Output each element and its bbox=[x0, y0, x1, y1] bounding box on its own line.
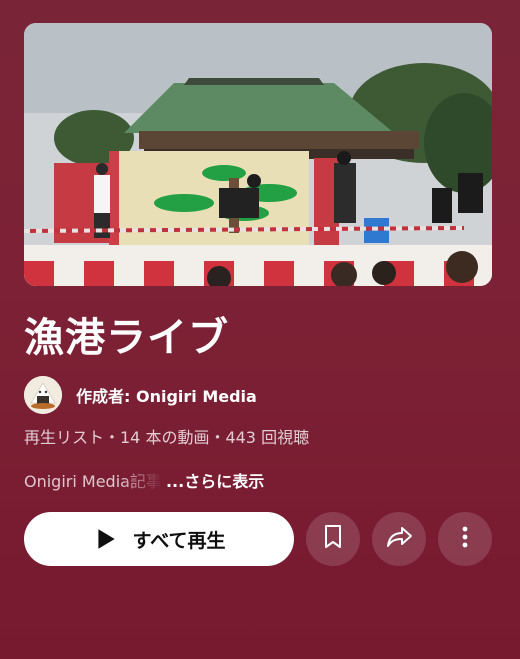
playlist-thumbnail[interactable] bbox=[24, 23, 492, 286]
play-all-label: すべて再生 bbox=[132, 530, 226, 552]
playlist-meta: 再生リスト・14 本の動画・443 回視聴 bbox=[24, 428, 310, 447]
description-preview: Onigiri Media記事 bbox=[24, 472, 162, 491]
share-button[interactable] bbox=[372, 512, 426, 566]
play-icon bbox=[93, 526, 119, 552]
creator-name[interactable]: 作成者: Onigiri Media bbox=[76, 383, 257, 407]
play-all-button[interactable]: すべて再生 bbox=[24, 512, 294, 566]
description-row[interactable]: Onigiri Media記事 ...さらに表示 bbox=[24, 468, 264, 492]
playlist-title: 漁港ライブ bbox=[24, 315, 229, 361]
avatar[interactable] bbox=[24, 376, 62, 414]
bookmark-icon bbox=[321, 524, 345, 554]
share-icon bbox=[385, 525, 413, 553]
save-button[interactable] bbox=[306, 512, 360, 566]
more-button[interactable] bbox=[438, 512, 492, 566]
creator-row[interactable]: 作成者: Onigiri Media bbox=[24, 376, 257, 414]
more-vertical-icon bbox=[462, 526, 468, 552]
show-more-link[interactable]: ...さらに表示 bbox=[166, 468, 264, 492]
action-bar: すべて再生 bbox=[24, 512, 492, 566]
